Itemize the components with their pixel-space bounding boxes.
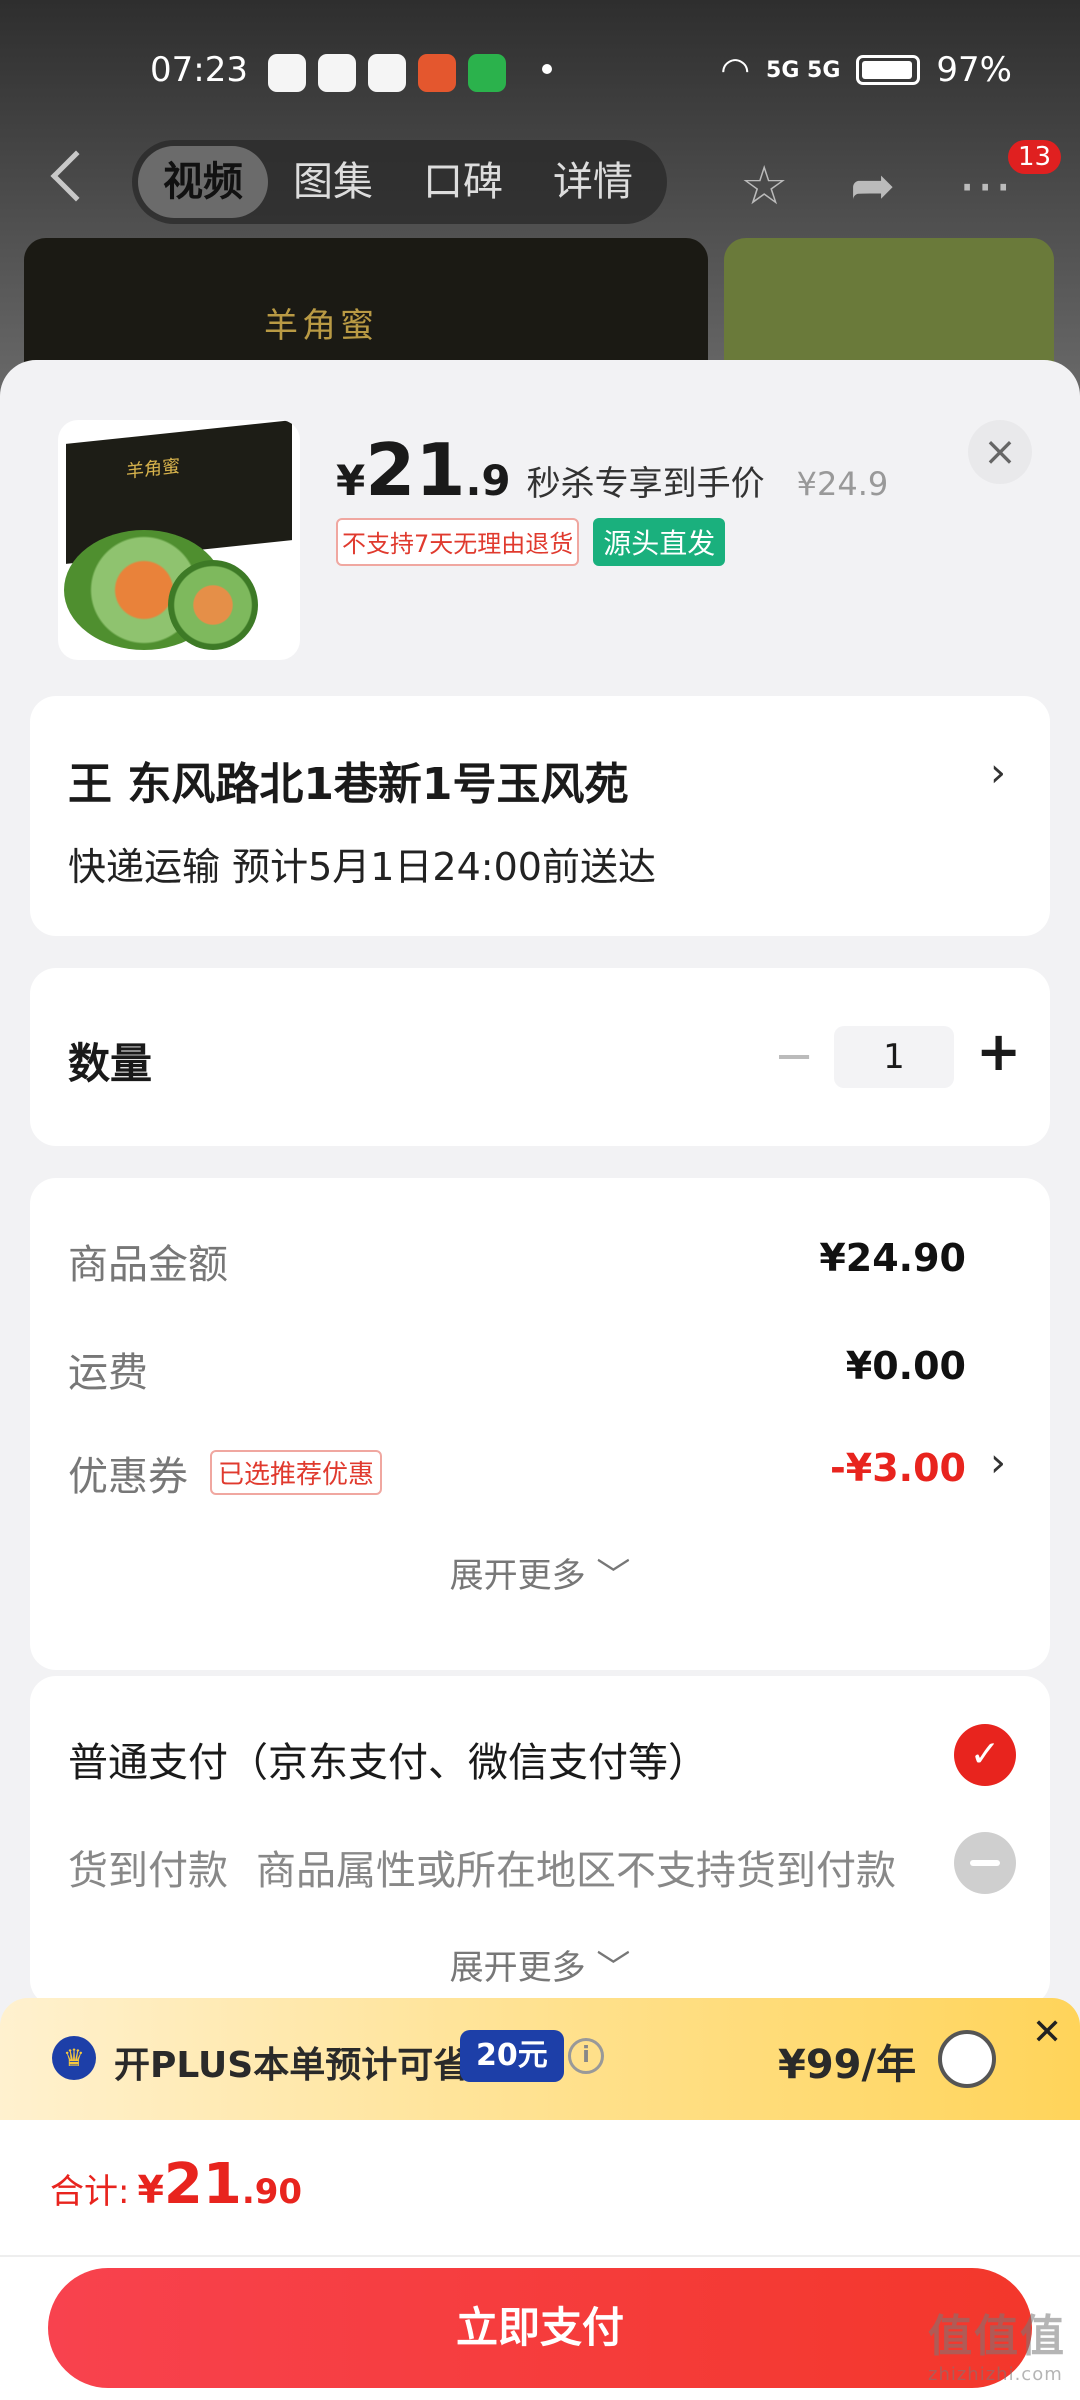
original-price: ¥24.9 — [796, 465, 889, 503]
price-row: ¥ 21 .9 秒杀专享到手价 ¥24.9 — [336, 428, 888, 512]
signal-icon: 5G 5G — [766, 57, 841, 83]
melon-image-2 — [168, 560, 258, 650]
info-icon[interactable]: i — [568, 2038, 604, 2074]
chevron-right-icon[interactable]: › — [990, 750, 1006, 796]
tab-gallery[interactable]: 图集 — [268, 146, 398, 218]
star-icon[interactable]: ☆ — [740, 154, 788, 217]
cod-label: 货到付款 — [68, 1848, 228, 1894]
back-icon[interactable] — [50, 150, 102, 202]
payment-option-cod: 货到付款 商品属性或所在地区不支持货到付款 — [68, 1838, 896, 1896]
baidu-app-icon — [268, 54, 306, 92]
pay-now-button[interactable]: 立即支付 — [48, 2268, 1032, 2388]
payment-card: 普通支付（京东支付、微信支付等） ✓ 货到付款 商品属性或所在地区不支持货到付款 … — [30, 1676, 1050, 2006]
shipping-label: 运费 — [68, 1350, 148, 1396]
plus-radio[interactable] — [938, 2030, 996, 2088]
tab-details[interactable]: 详情 — [528, 146, 658, 218]
divider — [0, 2255, 1080, 2257]
message-badge: 13 — [1008, 140, 1062, 174]
bottom-bar: 合计: ¥ 21 .90 立即支付 — [0, 2120, 1080, 2400]
watermark-url: zhizhizhi.com — [928, 2364, 1063, 2385]
status-right: ◠ 5G 5G 97% — [720, 50, 1012, 90]
goods-amount-value: ¥24.90 — [819, 1236, 966, 1280]
source-direct-tag: 源头直发 — [593, 518, 726, 566]
shipping-value: ¥0.00 — [845, 1344, 966, 1388]
delivery-estimate: 快递运输 预计5月1日24:00前送达 — [68, 845, 656, 889]
cost-card: 商品金额 ¥24.90 运费 ¥0.00 优惠券 已选推荐优惠 -¥3.00 ›… — [30, 1178, 1050, 1670]
expand-more-payment[interactable]: 展开更多 ﹀ — [30, 1940, 1050, 1989]
quantity-plus-button[interactable]: + — [976, 1020, 1021, 1083]
more-icon[interactable]: ⋯ — [958, 154, 1012, 217]
product-image: 羊角蜜 — [58, 420, 300, 660]
search-app-icon — [368, 54, 406, 92]
quantity-input[interactable]: 1 — [834, 1026, 954, 1088]
video-app-icon — [418, 54, 456, 92]
share-icon[interactable]: ➦ — [850, 154, 895, 217]
total-price: 合计: ¥ 21 .90 — [50, 2152, 302, 2217]
wifi-icon: ◠ — [720, 50, 751, 90]
watermark-text: 值值值 — [928, 2311, 1066, 2362]
product-tags: 不支持7天无理由退货 源头直发 — [336, 518, 726, 566]
close-icon[interactable]: × — [968, 420, 1032, 484]
quantity-card: 数量 − 1 + — [30, 968, 1050, 1146]
goods-amount-label: 商品金额 — [68, 1242, 228, 1288]
quantity-label: 数量 — [68, 1039, 153, 1088]
tab-reviews[interactable]: 口碑 — [398, 146, 528, 218]
plus-promo-text: 开PLUS本单预计可省 — [114, 2045, 470, 2086]
top-nav: 视频 图集 口碑 详情 ☆ ➦ ⋯ 13 — [0, 140, 1080, 224]
battery-level: 97% — [936, 50, 1012, 90]
coupon-value[interactable]: -¥3.00 — [830, 1446, 966, 1490]
payment-option-normal[interactable]: 普通支付（京东支付、微信支付等） — [68, 1730, 708, 1788]
check-icon[interactable]: ✓ — [954, 1724, 1016, 1786]
coupon-applied-tag: 已选推荐优惠 — [210, 1450, 383, 1495]
battery-icon — [856, 55, 921, 85]
total-decimal: .90 — [241, 2172, 303, 2212]
box-brand-text: 羊角蜜 — [264, 306, 378, 346]
watermark: 值值值 zhizhizhi.com — [928, 2300, 1066, 2385]
price-currency: ¥ — [336, 456, 366, 505]
tab-video[interactable]: 视频 — [138, 146, 268, 218]
status-time: 07:23 — [150, 50, 248, 90]
price-decimal: .9 — [465, 456, 511, 505]
price-integer: 21 — [365, 428, 466, 512]
more-notifications-icon — [542, 64, 552, 74]
plus-banner[interactable]: ♛ 开PLUS本单预计可省 20元 i ¥99/年 ✕ — [0, 1998, 1080, 2120]
cod-note: 商品属性或所在地区不支持货到付款 — [256, 1848, 896, 1894]
close-icon[interactable]: ✕ — [1032, 2012, 1062, 2053]
tab-bar: 视频 图集 口碑 详情 — [132, 140, 667, 224]
disabled-icon — [954, 1832, 1016, 1894]
coupon-label: 优惠券 — [68, 1454, 188, 1500]
chat-app-icon — [468, 54, 506, 92]
quantity-minus-button[interactable]: − — [774, 1028, 814, 1084]
notification-icons — [268, 54, 506, 92]
product-box-text: 羊角蜜 — [126, 455, 180, 483]
background-page: 07:23 ◠ 5G 5G 97% 视频 图集 口碑 详情 ☆ ➦ ⋯ 13 羊… — [0, 0, 1080, 418]
plus-save-badge: 20元 — [460, 2030, 564, 2082]
address-card[interactable]: 王 东风路北1巷新1号玉风苑 快递运输 预计5月1日24:00前送达 › — [30, 696, 1050, 936]
address-line: 王 东风路北1巷新1号玉风苑 — [68, 759, 629, 810]
status-bar: 07:23 ◠ 5G 5G 97% — [0, 50, 1080, 100]
no-return-tag: 不支持7天无理由退货 — [336, 518, 580, 566]
total-label: 合计: — [50, 2172, 130, 2212]
total-integer: 21 — [163, 2152, 242, 2217]
total-currency: ¥ — [137, 2168, 164, 2212]
expand-more-cost[interactable]: 展开更多 ﹀ — [30, 1548, 1050, 1597]
realme-app-icon — [318, 54, 356, 92]
price-description: 秒杀专享到手价 — [526, 464, 765, 504]
plus-price: ¥99/年 — [778, 2042, 917, 2088]
chevron-right-icon[interactable]: › — [990, 1440, 1006, 1486]
crown-icon: ♛ — [52, 2036, 96, 2080]
